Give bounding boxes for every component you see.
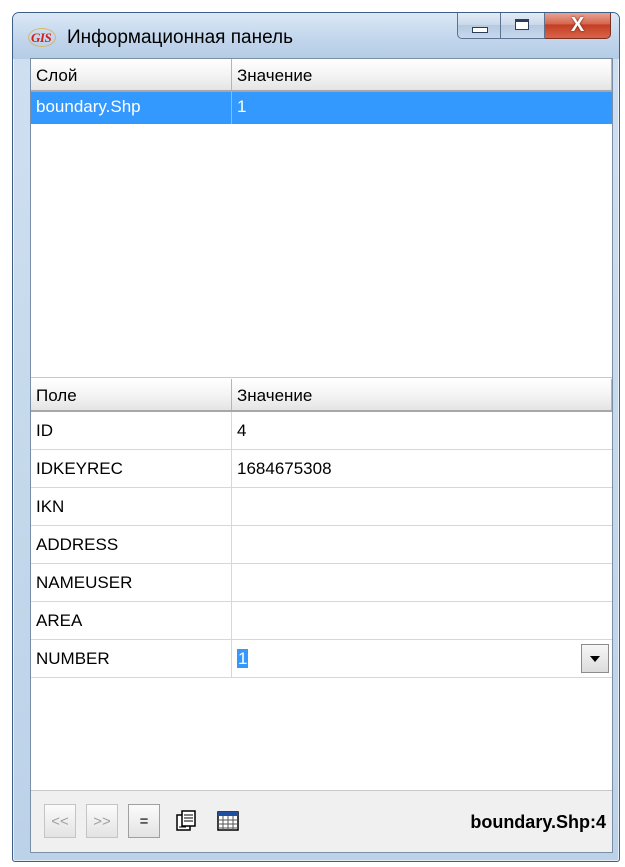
field-name-cell: IKN — [31, 488, 232, 525]
field-row[interactable]: AREA — [31, 602, 612, 640]
field-row[interactable]: ID 4 — [31, 412, 612, 450]
field-value-cell[interactable] — [232, 526, 612, 563]
record-status-label: boundary.Shp:4 — [470, 812, 606, 832]
field-row[interactable]: IDKEYREC 1684675308 — [31, 450, 612, 488]
previous-record-button[interactable]: << — [44, 804, 76, 838]
field-value-cell[interactable] — [232, 564, 612, 601]
field-value-cell[interactable]: 4 — [232, 412, 612, 449]
column-header-value[interactable]: Значение — [232, 59, 612, 90]
combobox-selected-text[interactable]: 1 — [237, 649, 249, 668]
maximize-icon — [515, 19, 529, 30]
field-name-cell: NUMBER — [31, 640, 232, 677]
next-record-button[interactable]: >> — [86, 804, 118, 838]
layer-name-cell[interactable]: boundary.Shp — [31, 92, 232, 124]
table-icon — [217, 811, 239, 831]
chevron-down-icon — [590, 655, 600, 662]
info-panel-window: GIS Информационная панель X Слой Значени… — [12, 12, 620, 862]
column-header-layer[interactable]: Слой — [31, 59, 232, 90]
document-edit-icon — [176, 810, 196, 831]
previous-label: << — [51, 812, 69, 830]
minimize-button[interactable] — [457, 13, 501, 39]
field-row[interactable]: ADDRESS — [31, 526, 612, 564]
field-name-cell: IDKEYREC — [31, 450, 232, 487]
title-bar[interactable]: GIS Информационная панель X — [13, 13, 619, 59]
field-value-cell[interactable] — [232, 602, 612, 639]
field-name-cell: AREA — [31, 602, 232, 639]
client-area: Слой Значение boundary.Shp 1 Поле Значен… — [30, 58, 613, 853]
dropdown-button[interactable] — [581, 644, 609, 673]
field-name-cell: NAMEUSER — [31, 564, 232, 601]
field-row[interactable]: IKN — [31, 488, 612, 526]
field-value-cell[interactable]: 1684675308 — [232, 450, 612, 487]
equals-label: = — [139, 812, 149, 830]
column-header-field[interactable]: Поле — [31, 379, 232, 410]
table-view-button[interactable] — [212, 804, 244, 838]
field-value-cell[interactable] — [232, 488, 612, 525]
gis-logo-icon: GIS — [27, 28, 57, 47]
layers-grid-header: Слой Значение — [31, 59, 612, 92]
bottom-toolbar: << >> = boundary.Shp:4 — [31, 790, 612, 852]
field-name-cell: ADDRESS — [31, 526, 232, 563]
maximize-button[interactable] — [501, 13, 545, 39]
next-label: >> — [93, 812, 111, 830]
layer-value-cell[interactable]: 1 — [232, 92, 612, 124]
field-row[interactable]: NAMEUSER — [31, 564, 612, 602]
layers-grid: Слой Значение boundary.Shp 1 — [31, 59, 612, 378]
layer-row[interactable]: boundary.Shp 1 — [31, 92, 612, 124]
column-header-value[interactable]: Значение — [232, 379, 612, 410]
caption-buttons: X — [457, 13, 611, 40]
fields-grid-header: Поле Значение — [31, 379, 612, 412]
number-value-combobox[interactable]: 1 — [232, 640, 612, 677]
close-icon: X — [570, 14, 585, 36]
window-title: Информационная панель — [67, 27, 293, 48]
field-name-cell: ID — [31, 412, 232, 449]
edit-document-button[interactable] — [170, 804, 202, 838]
field-row[interactable]: NUMBER 1 — [31, 640, 612, 678]
close-button[interactable]: X — [545, 13, 611, 39]
fields-grid: Поле Значение ID 4 IDKEYREC 1684675308 I… — [31, 379, 612, 679]
minimize-icon — [472, 27, 488, 33]
equals-button[interactable]: = — [128, 804, 160, 838]
